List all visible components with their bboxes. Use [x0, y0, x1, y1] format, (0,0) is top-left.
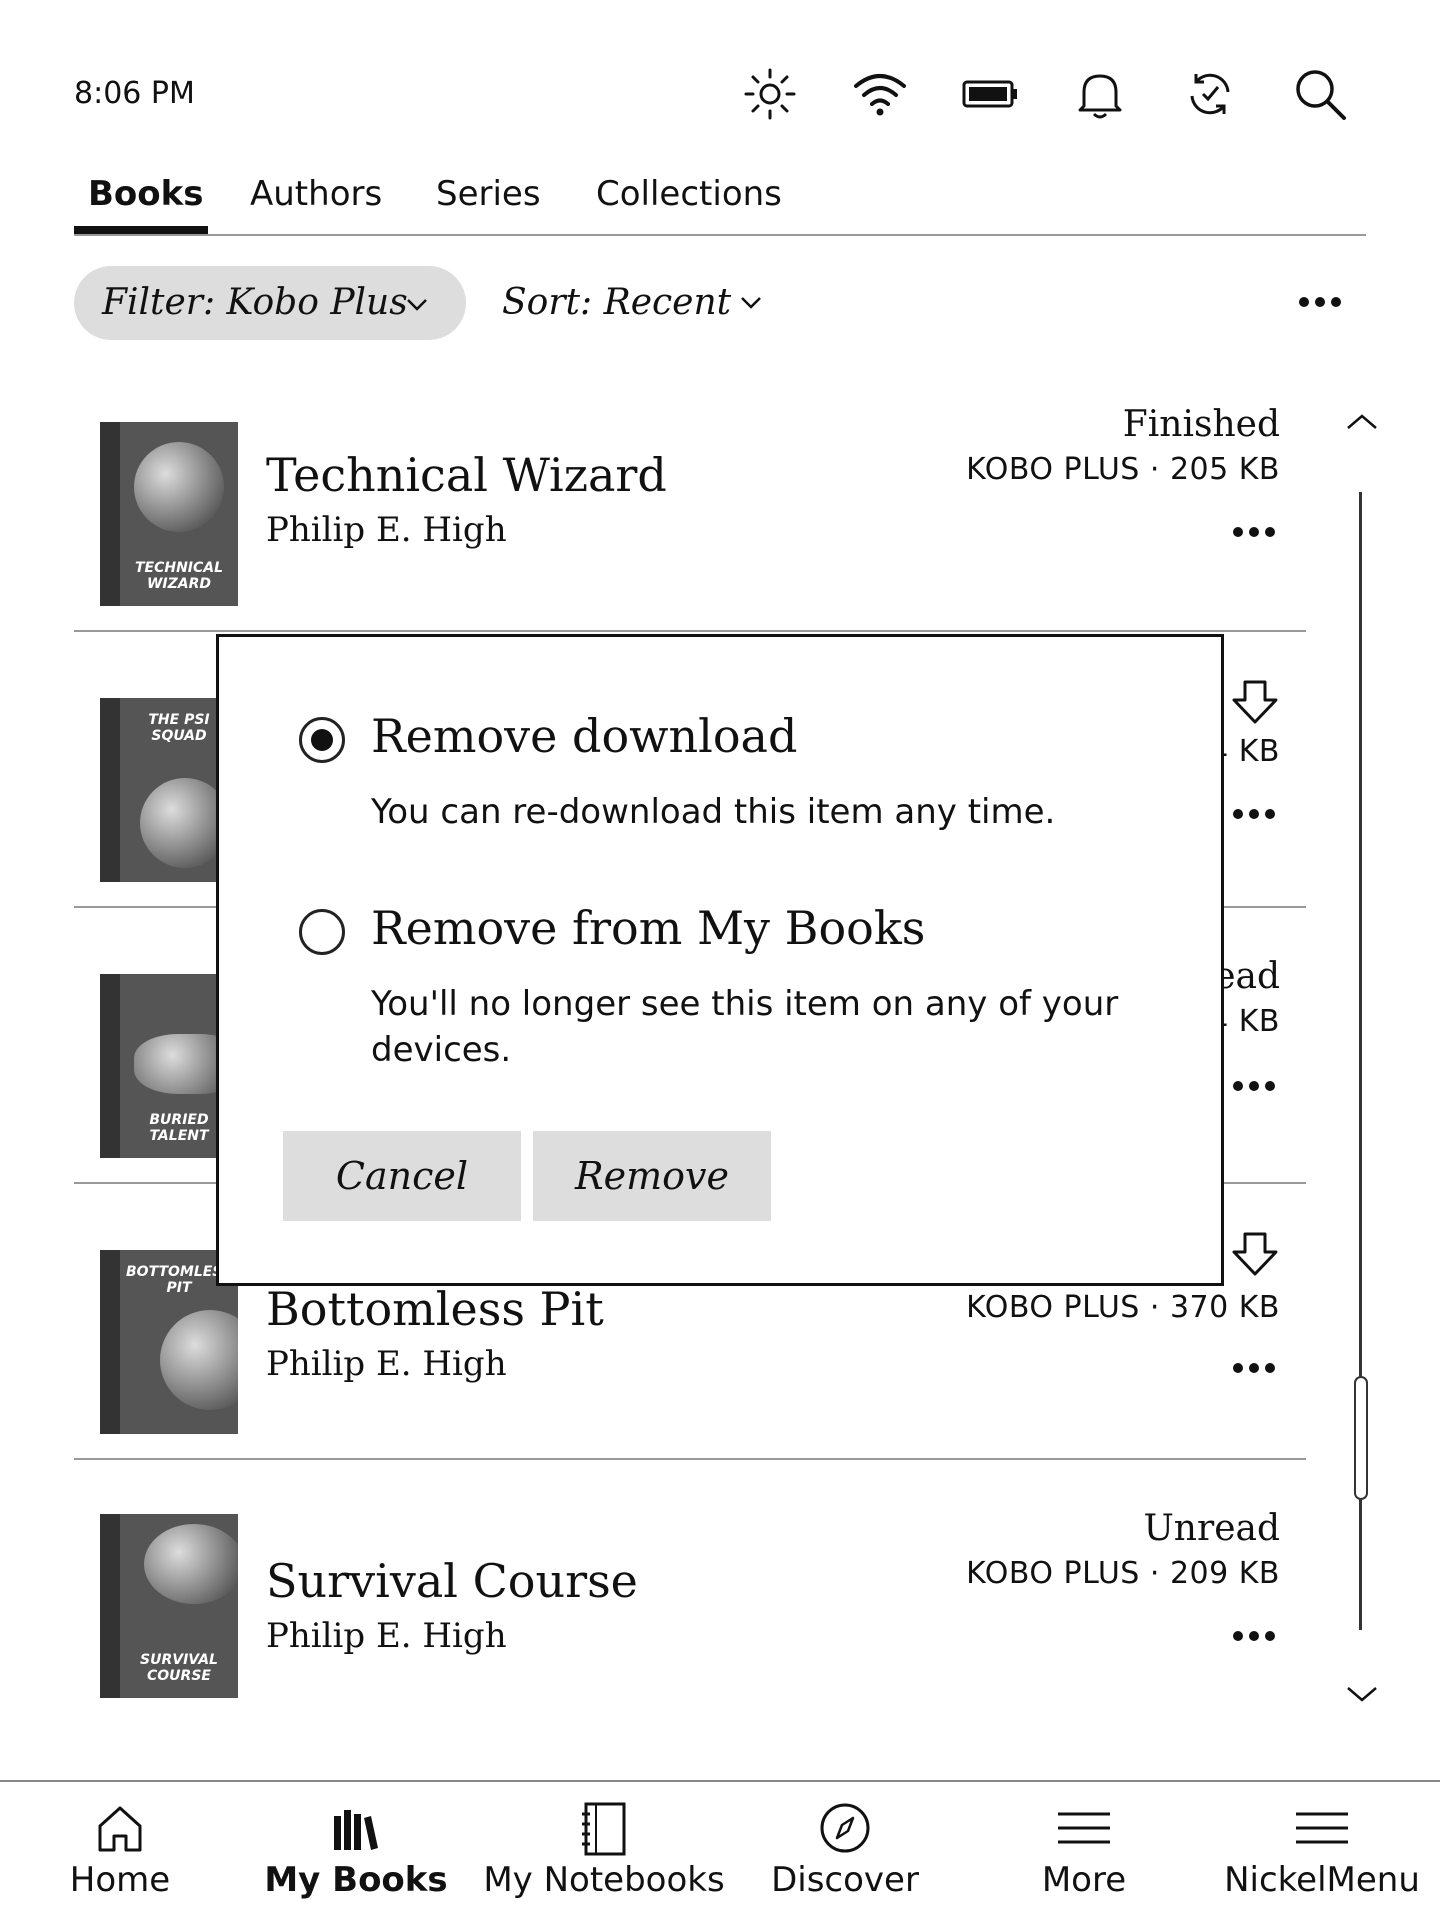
read-status: Unread: [1143, 1508, 1280, 1549]
more-options-icon[interactable]: [1298, 290, 1342, 314]
filter-dropdown[interactable]: Filter: Kobo Plus: [74, 266, 466, 340]
read-status: ead: [1214, 956, 1280, 997]
tab-series[interactable]: Series: [436, 174, 541, 214]
library-tabs: Books Authors Series Collections: [74, 168, 1366, 236]
notification-bell-icon[interactable]: [1070, 64, 1130, 124]
menu-icon: [1058, 1812, 1110, 1844]
book-author: Philip E. High: [266, 510, 507, 550]
book-title: Technical Wizard: [266, 448, 667, 502]
brightness-icon[interactable]: [740, 64, 800, 124]
remove-button[interactable]: Remove: [533, 1131, 771, 1221]
filter-label: Filter: Kobo Plus: [102, 282, 408, 323]
tab-collections[interactable]: Collections: [596, 174, 782, 214]
book-row[interactable]: SURVIVAL COURSE Survival Course Philip E…: [74, 1472, 1306, 1748]
book-title: Bottomless Pit: [266, 1282, 604, 1336]
cancel-button[interactable]: Cancel: [283, 1131, 521, 1221]
home-icon: [98, 1806, 142, 1852]
book-meta: KOBO PLUS · 370 KB: [966, 1290, 1280, 1325]
book-row[interactable]: TECHNICAL WIZARD Technical Wizard Philip…: [74, 380, 1306, 656]
scroll-up-icon[interactable]: [1344, 410, 1380, 434]
tab-authors[interactable]: Authors: [250, 174, 382, 214]
scroll-down-icon[interactable]: [1344, 1682, 1380, 1706]
nav-my-books[interactable]: My Books: [256, 1782, 456, 1920]
book-title: Survival Course: [266, 1554, 638, 1608]
read-status: Finished: [1122, 404, 1280, 445]
nav-home[interactable]: Home: [50, 1782, 190, 1920]
menu-icon: [1296, 1812, 1348, 1844]
nav-my-notebooks[interactable]: My Notebooks: [474, 1782, 734, 1920]
nav-discover[interactable]: Discover: [760, 1782, 930, 1920]
remove-download-title[interactable]: Remove download: [371, 709, 797, 763]
book-menu-icon[interactable]: [1232, 520, 1276, 544]
book-menu-icon[interactable]: [1232, 802, 1276, 826]
status-time: 8:06 PM: [74, 76, 195, 111]
book-cover[interactable]: SURVIVAL COURSE: [100, 1514, 238, 1698]
book-author: Philip E. High: [266, 1344, 507, 1384]
notebook-icon: [582, 1802, 626, 1856]
bottom-navigation: Home My Books My Notebooks Discover More…: [0, 1780, 1440, 1920]
book-menu-icon[interactable]: [1232, 1074, 1276, 1098]
chevron-down-icon: [407, 299, 427, 311]
chevron-down-icon[interactable]: [738, 290, 764, 316]
scrollbar-thumb[interactable]: [1354, 1376, 1368, 1500]
book-author: Philip E. High: [266, 1616, 507, 1656]
search-icon[interactable]: [1290, 64, 1350, 124]
download-icon[interactable]: [1228, 678, 1282, 726]
divider: [74, 630, 1306, 632]
remove-from-my-books-title[interactable]: Remove from My Books: [371, 901, 925, 955]
download-icon[interactable]: [1228, 1230, 1282, 1278]
divider: [74, 1458, 1306, 1460]
battery-icon[interactable]: [960, 64, 1020, 124]
book-menu-icon[interactable]: [1232, 1356, 1276, 1380]
nav-more[interactable]: More: [1014, 1782, 1154, 1920]
tab-books[interactable]: Books: [88, 174, 203, 214]
sync-icon[interactable]: [1180, 64, 1240, 124]
remove-from-my-books-desc: You'll no longer see this item on any of…: [371, 984, 1119, 1070]
nav-nickelmenu[interactable]: NickelMenu: [1216, 1782, 1428, 1920]
book-menu-icon[interactable]: [1232, 1624, 1276, 1648]
remove-download-desc: You can re-download this item any time.: [371, 792, 1056, 832]
book-cover[interactable]: TECHNICAL WIZARD: [100, 422, 238, 606]
book-meta: KOBO PLUS · 205 KB: [966, 452, 1280, 487]
remove-dialog: Remove download You can re-download this…: [216, 634, 1224, 1286]
book-meta: KOBO PLUS · 209 KB: [966, 1556, 1280, 1591]
compass-icon: [820, 1803, 870, 1853]
active-tab-indicator: [74, 226, 208, 234]
wifi-icon[interactable]: [850, 64, 910, 124]
remove-from-my-books-radio[interactable]: [299, 909, 345, 955]
my-books-icon: [334, 1810, 378, 1850]
remove-download-radio[interactable]: [299, 717, 345, 763]
sort-dropdown[interactable]: Sort: Recent: [502, 282, 731, 323]
